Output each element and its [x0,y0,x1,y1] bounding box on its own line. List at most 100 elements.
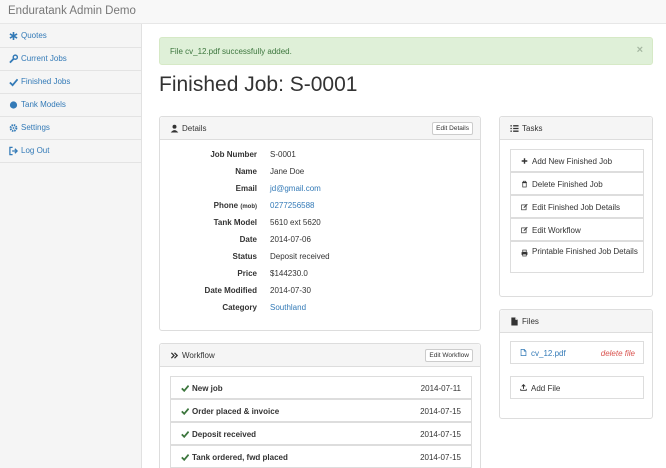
edit-workflow-task-button[interactable]: Edit Workflow [510,218,644,241]
plus-icon [521,158,528,164]
detail-row-email: Email jd@gmail.com [160,184,480,196]
edit-finished-job-details-button[interactable]: Edit Finished Job Details [510,195,644,218]
sidebar-item-label: Settings [21,123,50,132]
workflow-item-name: New job [192,384,223,393]
task-label: Delete Finished Job [532,180,603,189]
edit-icon [521,226,528,234]
detail-label: Date Modified [204,286,257,295]
files-panel: Files cv_12.pdf delete file Add File [499,309,653,419]
details-panel-header: Details Edit Details [160,117,480,140]
workflow-item-date: 2014-07-15 [420,407,461,416]
detail-label: Name [235,167,257,176]
check-icon [9,78,18,87]
detail-label: Phone (mob) [214,201,257,210]
file-icon [511,317,518,326]
sidebar: Quotes Current Jobs Finished Jobs Tank M… [0,24,142,468]
phone-link[interactable]: 0277256588 [270,201,315,210]
workflow-item: Tank ordered, fwd placed 2014-07-15 [170,445,472,468]
check-icon [181,431,189,438]
workflow-item-date: 2014-07-11 [420,384,461,393]
workflow-item: New job 2014-07-11 [170,376,472,399]
details-heading: Details [182,124,207,133]
detail-label: Price [237,269,257,278]
workflow-item-name: Order placed & invoice [192,407,280,416]
task-label: Printable Finished Job Details [532,247,638,256]
user-icon [170,124,179,133]
email-link[interactable]: jd@gmail.com [270,184,321,193]
document-icon [520,349,527,356]
success-alert: File cv_12.pdf successfully added. × [159,37,653,65]
task-label: Edit Finished Job Details [532,203,621,212]
check-icon [181,454,189,461]
tasks-panel-header: Tasks [500,117,652,140]
delete-finished-job-button[interactable]: Delete Finished Job [510,172,644,195]
check-icon [181,385,189,392]
workflow-panel-header: Workflow Edit Workflow [160,344,480,367]
detail-label: Category [222,303,257,312]
add-file-button[interactable]: Add File [510,376,644,399]
detail-value: $144230.0 [270,269,308,278]
detail-label: Email [235,184,257,193]
detail-value: 5610 ext 5620 [270,218,321,227]
sidebar-item-settings[interactable]: Settings [0,117,141,140]
detail-label: Job Number [210,150,257,159]
file-link[interactable]: cv_12.pdf [531,349,566,358]
logout-icon [9,146,18,156]
detail-label: Date [239,235,257,244]
workflow-panel: Workflow Edit Workflow New job 2014-07-1… [159,343,481,468]
upload-icon [520,384,527,391]
task-label: Add New Finished Job [532,157,613,166]
trash-icon [522,180,527,188]
edit-icon [521,203,528,211]
sidebar-item-quotes[interactable]: Quotes [0,25,141,48]
add-file-label: Add File [531,384,561,393]
sidebar-item-log-out[interactable]: Log Out [0,140,141,163]
detail-row-tank-model: Tank Model 5610 ext 5620 [160,218,480,230]
app-brand[interactable]: Enduratank Admin Demo [8,5,136,17]
workflow-item-name: Deposit received [192,430,257,439]
edit-workflow-button[interactable]: Edit Workflow [425,349,473,362]
detail-row-status: Status Deposit received [160,252,480,264]
detail-row-price: Price $144230.0 [160,269,480,281]
phone-type-label: (mob) [240,204,257,210]
sidebar-item-label: Quotes [21,31,47,40]
edit-details-button[interactable]: Edit Details [432,122,473,135]
detail-value: 2014-07-06 [270,235,311,244]
sidebar-item-label: Current Jobs [21,54,67,63]
tasks-heading: Tasks [522,124,543,133]
workflow-heading: Workflow [182,351,215,360]
alert-message: File cv_12.pdf successfully added. [170,47,292,56]
detail-row-date: Date 2014-07-06 [160,235,480,247]
details-panel: Details Edit Details Job Number S-0001 N… [159,116,481,331]
sidebar-item-label: Tank Models [21,100,66,109]
print-icon [521,249,528,257]
sidebar-item-current-jobs[interactable]: Current Jobs [0,48,141,71]
sidebar-item-finished-jobs[interactable]: Finished Jobs [0,71,141,94]
sidebar-item-tank-models[interactable]: Tank Models [0,94,141,117]
workflow-item-date: 2014-07-15 [420,430,461,439]
detail-value: Deposit received [270,252,330,261]
files-heading: Files [522,317,539,326]
printable-finished-job-details-button[interactable]: Printable Finished Job Details [510,241,644,273]
top-navbar: Enduratank Admin Demo [0,0,666,24]
check-icon [181,408,189,415]
file-item: cv_12.pdf delete file [510,341,644,364]
page-title: Finished Job: S-0001 [159,73,358,96]
asterisk-icon [9,31,18,41]
category-link[interactable]: Southland [270,303,306,312]
workflow-item-name: Tank ordered, fwd placed [192,453,288,462]
detail-label: Status [232,252,257,261]
detail-row-job-number: Job Number S-0001 [160,150,480,162]
detail-row-phone: Phone (mob) 0277256588 [160,201,480,213]
files-panel-header: Files [500,310,652,333]
detail-row-name: Name Jane Doe [160,167,480,179]
sidebar-item-label: Finished Jobs [21,77,71,86]
delete-file-link[interactable]: delete file [601,349,635,358]
detail-row-category: Category Southland [160,303,480,315]
detail-label: Tank Model [213,218,257,227]
detail-value: Jane Doe [270,167,305,176]
add-new-finished-job-button[interactable]: Add New Finished Job [510,149,644,172]
detail-value: 2014-07-30 [270,286,311,295]
workflow-item: Deposit received 2014-07-15 [170,422,472,445]
close-icon[interactable]: × [637,44,643,56]
